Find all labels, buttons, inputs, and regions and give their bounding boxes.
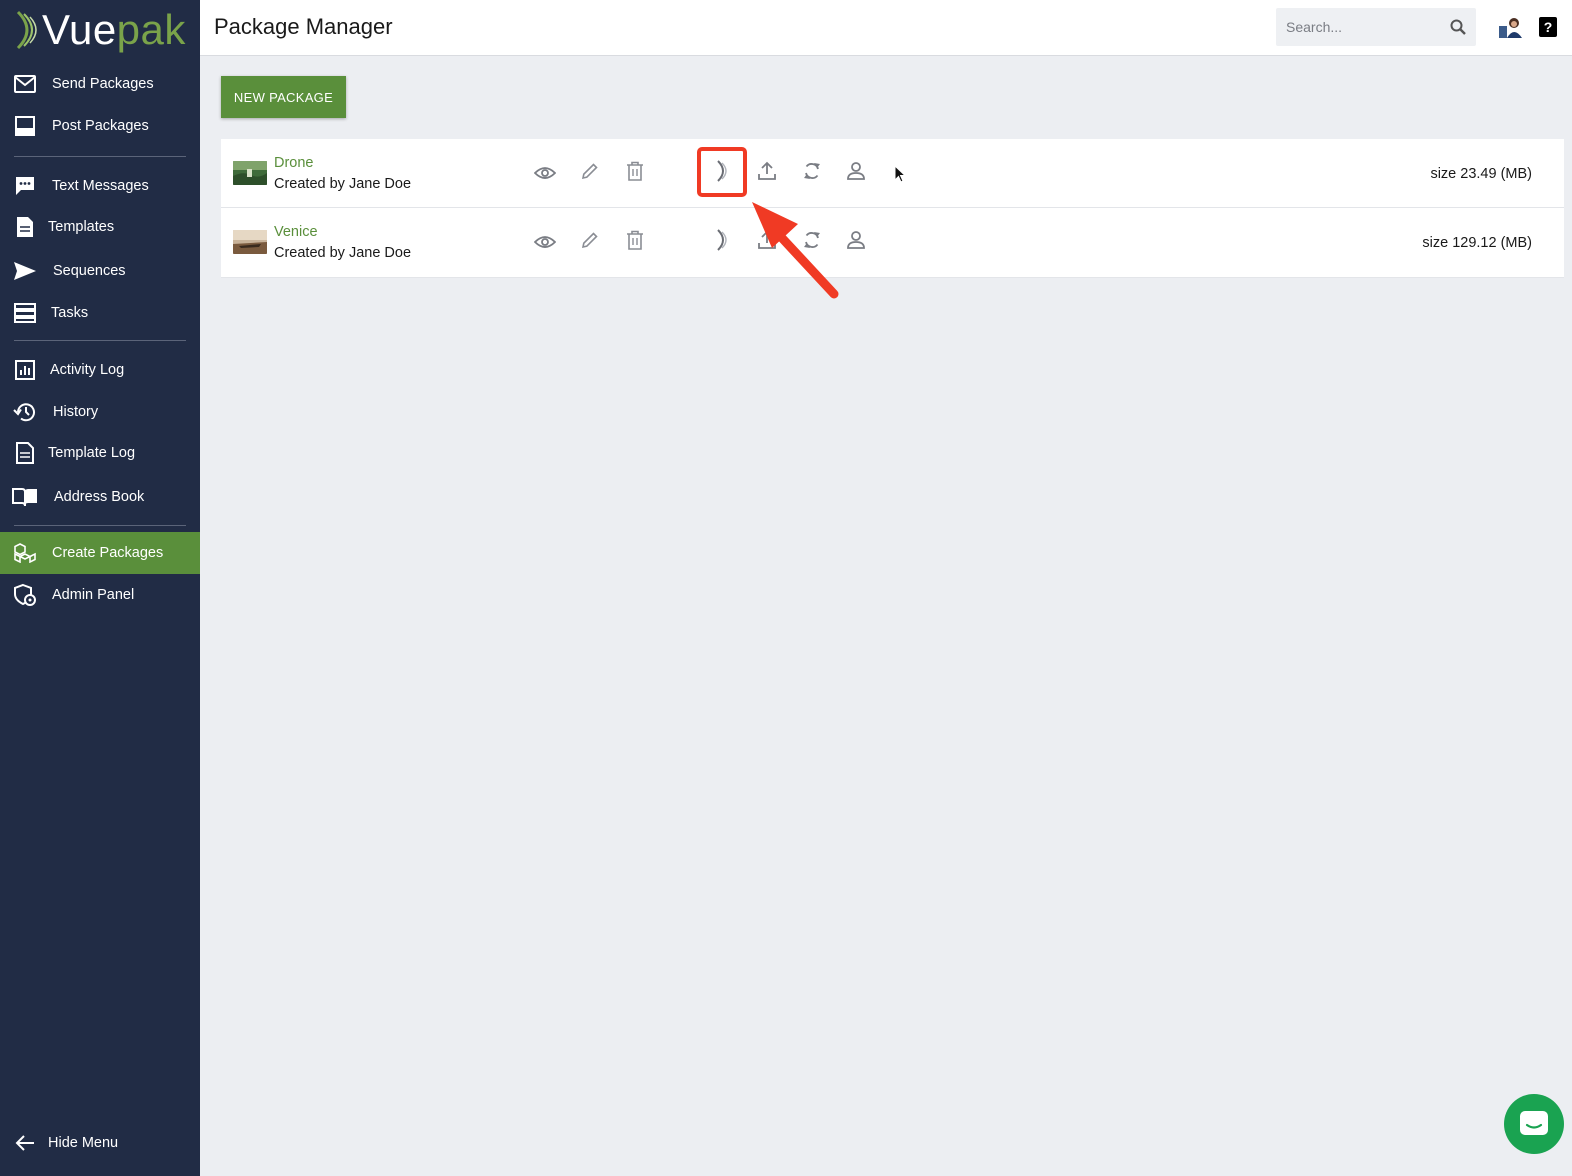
chat-icon	[1520, 1111, 1548, 1135]
sidebar-item-label: Tasks	[51, 305, 89, 321]
page-title: Package Manager	[214, 14, 393, 39]
sidebar-item-label: Send Packages	[52, 76, 154, 92]
paper-plane-icon	[12, 258, 38, 284]
logo-mark-icon	[16, 10, 37, 50]
sidebar-item-create-packages[interactable]: Create Packages	[0, 532, 200, 574]
package-name-link[interactable]: Drone	[274, 155, 314, 171]
preview-eye-icon[interactable]	[533, 230, 557, 254]
mouse-cursor-icon	[894, 165, 907, 183]
sidebar-item-post-packages[interactable]: Post Packages	[0, 105, 200, 147]
package-creator: Created by Jane Doe	[274, 176, 412, 192]
delete-trash-icon[interactable]	[623, 159, 647, 183]
package-creator: Created by Jane Doe	[274, 245, 412, 261]
vuepak-logo: Vuepak	[14, 6, 186, 54]
new-package-button[interactable]: NEW PACKAGE	[221, 76, 346, 118]
sidebar-item-text-messages[interactable]: Text Messages	[0, 165, 200, 207]
sidebar-item-label: Templates	[48, 219, 115, 235]
package-row-venice: Venice Created by Jane Doe size 129.12 (…	[221, 208, 1564, 278]
sidebar-item-admin-panel[interactable]: Admin Panel	[0, 574, 200, 616]
package-size: size 23.49 (MB)	[1430, 166, 1532, 182]
monitor-icon	[12, 113, 38, 139]
logo-vue: Vue	[42, 6, 117, 53]
sidebar-item-label: History	[53, 404, 99, 420]
refresh-icon[interactable]	[800, 159, 824, 183]
logo-text: Vuepak	[42, 6, 186, 54]
sidebar-item-label: Template Log	[48, 445, 136, 461]
search-icon[interactable]	[1450, 19, 1466, 35]
vuepak-send-icon[interactable]	[711, 228, 735, 252]
sidebar-item-tasks[interactable]: Tasks	[0, 292, 200, 334]
bar-chart-icon	[12, 357, 38, 383]
list-icon	[12, 300, 38, 326]
sidebar-item-label: Admin Panel	[52, 587, 135, 603]
sidebar-item-send-packages[interactable]: Send Packages	[0, 63, 200, 105]
sidebar-item-label: Post Packages	[52, 118, 149, 134]
sidebar-divider	[14, 340, 186, 341]
search-box	[1276, 8, 1476, 46]
avatar[interactable]	[1497, 16, 1525, 38]
sidebar-item-address-book[interactable]: Address Book	[0, 476, 200, 518]
sidebar-item-templates[interactable]: Templates	[0, 206, 200, 248]
sidebar-item-history[interactable]: History	[0, 391, 200, 433]
boxes-icon	[12, 540, 38, 566]
upload-icon[interactable]	[755, 159, 779, 183]
logo-pak: pak	[116, 6, 186, 53]
sidebar-item-template-log[interactable]: Template Log	[0, 432, 200, 474]
sidebar-item-label: Text Messages	[52, 178, 149, 194]
document-icon	[12, 214, 38, 240]
chat-bubble-icon	[12, 173, 38, 199]
package-name-link[interactable]: Venice	[274, 224, 318, 240]
help-icon[interactable]: ?	[1539, 17, 1557, 37]
package-thumbnail	[233, 230, 267, 254]
sidebar-item-activity-log[interactable]: Activity Log	[0, 349, 200, 391]
book-icon	[12, 484, 38, 510]
admin-shield-icon	[12, 582, 38, 608]
sidebar-divider	[14, 525, 186, 526]
delete-trash-icon[interactable]	[623, 228, 647, 252]
user-icon[interactable]	[844, 159, 868, 183]
sidebar-item-label: Address Book	[54, 489, 145, 505]
package-thumbnail	[233, 161, 267, 185]
sidebar-item-label: Activity Log	[50, 362, 125, 378]
edit-pencil-icon[interactable]	[578, 159, 602, 183]
edit-pencil-icon[interactable]	[578, 228, 602, 252]
package-row-drone: Drone Created by Jane Doe size 23.49 (MB…	[221, 139, 1564, 208]
hide-menu-button[interactable]: Hide Menu	[0, 1122, 200, 1164]
document-icon	[12, 440, 38, 466]
history-icon	[12, 399, 38, 425]
sidebar-divider	[14, 156, 186, 157]
sidebar-item-label: Sequences	[53, 263, 126, 279]
chat-support-button[interactable]	[1504, 1094, 1564, 1154]
annotation-arrow-icon	[752, 202, 839, 299]
envelope-icon	[12, 71, 38, 97]
top-bar: Package Manager ?	[200, 0, 1572, 56]
package-list: Drone Created by Jane Doe size 23.49 (MB…	[221, 139, 1564, 278]
hide-menu-label: Hide Menu	[48, 1135, 119, 1151]
sidebar-item-label: Create Packages	[52, 545, 164, 561]
search-input[interactable]	[1276, 8, 1446, 46]
arrow-left-icon	[12, 1130, 38, 1156]
package-size: size 129.12 (MB)	[1422, 235, 1532, 251]
preview-eye-icon[interactable]	[533, 161, 557, 185]
sidebar-item-sequences[interactable]: Sequences	[0, 250, 200, 292]
sidebar: Vuepak Send Packages Post Packages Text …	[0, 0, 200, 1176]
